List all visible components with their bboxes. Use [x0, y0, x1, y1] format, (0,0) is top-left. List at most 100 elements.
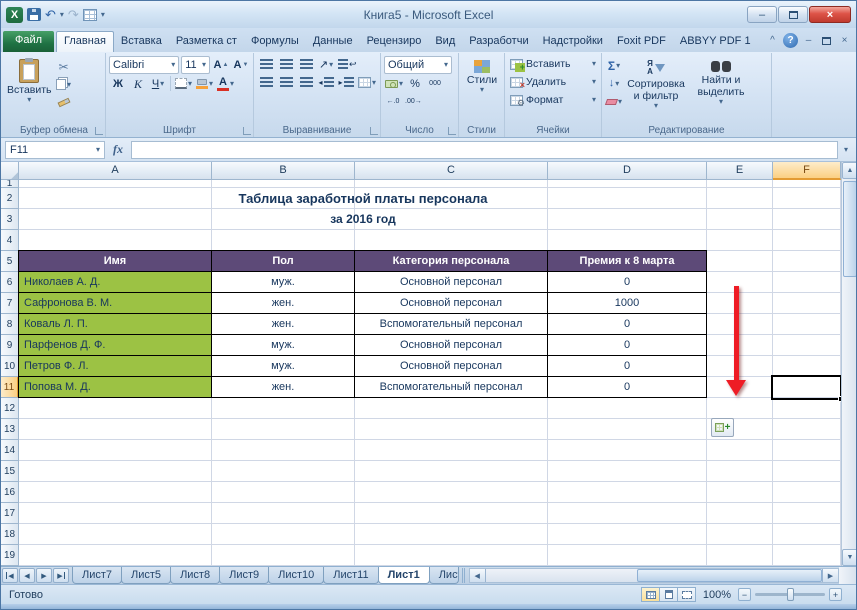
- delete-cells-button[interactable]: × Удалить ▾: [508, 73, 598, 91]
- tab-insert[interactable]: Вставка: [114, 31, 169, 52]
- styles-button[interactable]: Стили ▾: [462, 55, 502, 94]
- collapse-ribbon-icon[interactable]: ^: [765, 33, 780, 48]
- gender-cell[interactable]: муж.: [212, 272, 355, 293]
- tab-data[interactable]: Данные: [306, 31, 360, 52]
- insert-function-button[interactable]: fx: [105, 142, 131, 157]
- vertical-scroll-thumb[interactable]: [843, 181, 856, 277]
- row-header-15[interactable]: 15: [1, 461, 19, 482]
- vertical-scrollbar[interactable]: ▲ ▼: [841, 162, 856, 566]
- row-header-13[interactable]: 13: [1, 419, 19, 440]
- scroll-up-icon[interactable]: ▲: [842, 162, 856, 179]
- clear-button[interactable]: ▾: [604, 93, 623, 110]
- name-cell[interactable]: Попова М. Д.: [19, 377, 212, 398]
- column-header-a[interactable]: A: [19, 162, 212, 180]
- format-cells-button[interactable]: ⚙ Формат ▾: [508, 91, 598, 109]
- row-header-2[interactable]: 2: [1, 188, 19, 209]
- tab-developer[interactable]: Разработчи: [462, 31, 535, 52]
- row-header-9[interactable]: 9: [1, 335, 19, 356]
- decrease-indent-button[interactable]: ◂: [317, 74, 335, 91]
- gender-cell[interactable]: жен.: [212, 377, 355, 398]
- tab-addins[interactable]: Надстройки: [536, 31, 610, 52]
- horizontal-scroll-thumb[interactable]: [637, 569, 822, 582]
- currency-format-button[interactable]: ▾: [384, 75, 404, 92]
- tab-splitter-handle[interactable]: [459, 568, 467, 583]
- last-sheet-button[interactable]: ▶: [53, 568, 69, 583]
- gender-cell[interactable]: жен.: [212, 293, 355, 314]
- table-header-cell[interactable]: Премия к 8 марта: [548, 251, 707, 272]
- align-bottom-button[interactable]: [297, 56, 315, 73]
- maximize-button[interactable]: [778, 6, 808, 23]
- zoom-level-text[interactable]: 100%: [700, 589, 734, 601]
- align-left-button[interactable]: [257, 74, 275, 91]
- close-button[interactable]: ×: [809, 6, 851, 23]
- next-sheet-button[interactable]: ▶: [36, 568, 52, 583]
- prev-sheet-button[interactable]: ◀: [19, 568, 35, 583]
- find-select-button[interactable]: Найти и выделить ▾: [689, 55, 753, 124]
- row-header-5[interactable]: 5: [1, 251, 19, 272]
- bonus-cell[interactable]: 1000: [548, 293, 707, 314]
- undo-dropdown-icon[interactable]: ▾: [60, 10, 64, 19]
- dialog-launcher-icon[interactable]: [243, 127, 251, 135]
- name-cell[interactable]: Парфенов Д. Ф.: [19, 335, 212, 356]
- autofill-options-button[interactable]: +: [711, 418, 734, 437]
- page-break-view-button[interactable]: [677, 587, 696, 602]
- row-header-7[interactable]: 7: [1, 293, 19, 314]
- fill-color-button[interactable]: ▾: [195, 75, 214, 92]
- dialog-launcher-icon[interactable]: [95, 127, 103, 135]
- comma-format-button[interactable]: 000: [426, 75, 444, 92]
- tab-review[interactable]: Рецензиро: [360, 31, 429, 52]
- font-name-combo[interactable]: Calibri ▾: [109, 56, 180, 74]
- merge-center-button[interactable]: ▾: [357, 74, 377, 91]
- zoom-in-button[interactable]: +: [829, 588, 842, 601]
- save-icon[interactable]: [27, 8, 41, 21]
- row-header-14[interactable]: 14: [1, 440, 19, 461]
- name-cell[interactable]: Петров Ф. Л.: [19, 356, 212, 377]
- font-size-combo[interactable]: 11 ▾: [181, 56, 210, 74]
- column-header-c[interactable]: C: [355, 162, 548, 180]
- table-header-cell[interactable]: Пол: [212, 251, 355, 272]
- row-header-11[interactable]: 11: [1, 377, 19, 398]
- cut-button[interactable]: ✂: [55, 58, 73, 75]
- first-sheet-button[interactable]: ◀: [2, 568, 18, 583]
- customize-qat-icon[interactable]: ▾: [101, 10, 105, 19]
- tab-abbyy-pdf[interactable]: ABBYY PDF 1: [673, 31, 758, 52]
- gender-cell[interactable]: муж.: [212, 335, 355, 356]
- bonus-cell[interactable]: 0: [548, 272, 707, 293]
- row-header-12[interactable]: 12: [1, 398, 19, 419]
- name-cell[interactable]: Сафронова В. М.: [19, 293, 212, 314]
- column-header-d[interactable]: D: [548, 162, 707, 180]
- italic-button[interactable]: К: [129, 75, 147, 92]
- column-header-e[interactable]: E: [707, 162, 773, 180]
- row-header-16[interactable]: 16: [1, 482, 19, 503]
- grid-cells-area[interactable]: Таблица заработной платы персонала за 20…: [18, 180, 844, 566]
- row-header-10[interactable]: 10: [1, 356, 19, 377]
- tab-foxit-pdf[interactable]: Foxit PDF: [610, 31, 673, 52]
- name-cell[interactable]: Коваль Л. П.: [19, 314, 212, 335]
- row-header-19[interactable]: 19: [1, 545, 19, 566]
- sort-filter-button[interactable]: ЯА Сортировка и фильтр ▾: [625, 55, 687, 124]
- font-color-button[interactable]: А ▾: [216, 75, 235, 92]
- sheet-subtitle[interactable]: за 2016 год: [19, 209, 707, 230]
- name-box[interactable]: F11 ▾: [5, 140, 105, 159]
- row-header-17[interactable]: 17: [1, 503, 19, 524]
- gender-cell[interactable]: жен.: [212, 314, 355, 335]
- workbook-close-icon[interactable]: ×: [837, 33, 852, 48]
- minimize-button[interactable]: –: [747, 6, 777, 23]
- column-header-b[interactable]: B: [212, 162, 355, 180]
- row-header-6[interactable]: 6: [1, 272, 19, 293]
- number-format-combo[interactable]: Общий ▾: [384, 56, 452, 74]
- underline-button[interactable]: Ч ▾: [149, 75, 167, 92]
- sheet-tab-list10[interactable]: Лист10: [268, 567, 325, 584]
- shrink-font-button[interactable]: А ▼: [232, 57, 250, 74]
- sheet-title[interactable]: Таблица заработной платы персонала: [19, 188, 707, 209]
- horizontal-scroll-track[interactable]: [486, 569, 822, 582]
- row-header-8[interactable]: 8: [1, 314, 19, 335]
- tab-file[interactable]: Файл: [3, 31, 55, 52]
- scroll-right-icon[interactable]: ▶: [822, 569, 838, 582]
- name-cell[interactable]: Николаев А. Д.: [19, 272, 212, 293]
- zoom-slider-thumb[interactable]: [787, 588, 794, 601]
- table-header-cell[interactable]: Имя: [19, 251, 212, 272]
- insert-cells-button[interactable]: + Вставить ▾: [508, 55, 598, 73]
- orientation-button[interactable]: ↗ ▾: [317, 56, 335, 73]
- row-header-18[interactable]: 18: [1, 524, 19, 545]
